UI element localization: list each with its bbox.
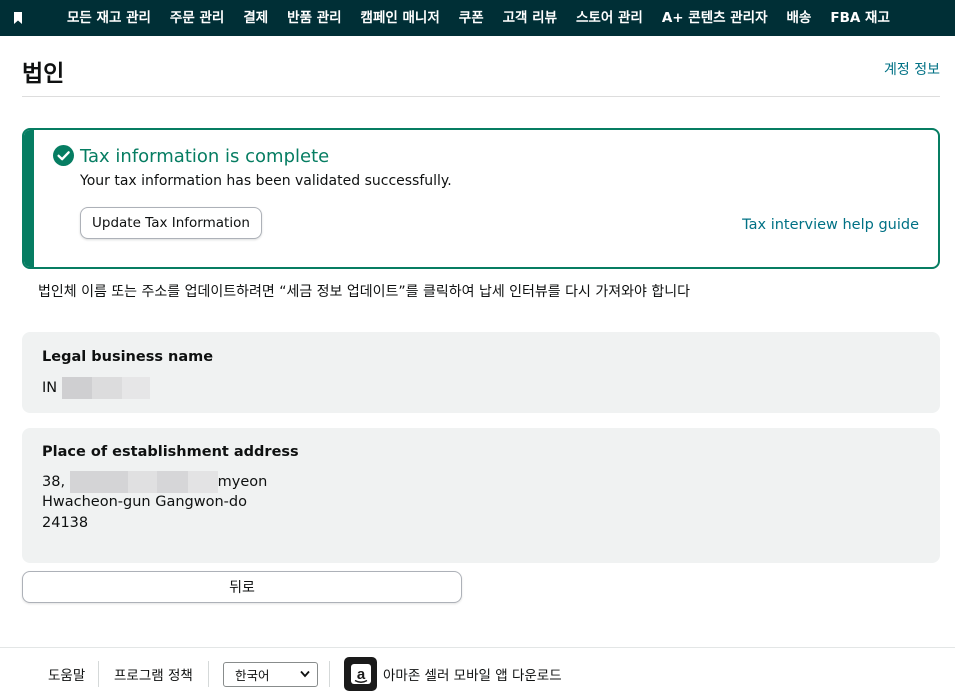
nav-item-a-plus-content[interactable]: A+ 콘텐츠 관리자 bbox=[652, 0, 777, 36]
legal-name-prefix: IN bbox=[42, 380, 58, 396]
redacted-block bbox=[121, 377, 150, 399]
address-line-1: 38, myeon bbox=[42, 471, 267, 493]
nav-item-fba-inventory[interactable]: FBA 재고 bbox=[821, 0, 900, 36]
alert-message: Your tax information has been validated … bbox=[80, 173, 452, 189]
establishment-address-label: Place of establishment address bbox=[42, 444, 299, 460]
legal-business-name-card: Legal business name IN bbox=[22, 332, 940, 413]
redacted-block bbox=[127, 471, 157, 493]
nav-menu: 모든 재고 관리 주문 관리 결제 반품 관리 캠페인 매니저 쿠폰 고객 리뷰… bbox=[36, 0, 899, 36]
address-postal-code: 24138 bbox=[42, 515, 89, 531]
establishment-address-card: Place of establishment address 38, myeon… bbox=[22, 428, 940, 563]
tax-complete-alert: Tax information is complete Your tax inf… bbox=[22, 128, 940, 269]
nav-item-coupons[interactable]: 쿠폰 bbox=[449, 0, 493, 36]
chevron-down-icon bbox=[300, 670, 310, 678]
tax-interview-help-link[interactable]: Tax interview help guide bbox=[742, 217, 919, 233]
footer-help-link[interactable]: 도움말 bbox=[48, 664, 85, 684]
address-line-2: Hwacheon-gun Gangwon-do bbox=[42, 494, 247, 510]
nav-item-orders[interactable]: 주문 관리 bbox=[160, 0, 233, 36]
nav-item-inventory[interactable]: 모든 재고 관리 bbox=[36, 0, 160, 36]
legal-business-name-label: Legal business name bbox=[42, 349, 214, 365]
legal-business-name-value: IN bbox=[42, 377, 150, 399]
bookmark-icon[interactable] bbox=[0, 0, 36, 36]
nav-item-campaign-manager[interactable]: 캠페인 매니저 bbox=[351, 0, 449, 36]
footer-program-policy-link[interactable]: 프로그램 정책 bbox=[114, 664, 193, 684]
nav-item-payments[interactable]: 결제 bbox=[234, 0, 278, 36]
redacted-block bbox=[91, 377, 122, 399]
nav-item-returns[interactable]: 반품 관리 bbox=[278, 0, 351, 36]
redacted-block bbox=[69, 471, 128, 493]
account-info-link[interactable]: 계정 정보 bbox=[884, 59, 940, 79]
language-select-value: 한국어 bbox=[235, 668, 270, 683]
update-tax-information-button[interactable]: Update Tax Information bbox=[80, 207, 262, 239]
seller-app-icon[interactable]: a bbox=[344, 657, 377, 691]
nav-item-customer-reviews[interactable]: 고객 리뷰 bbox=[493, 0, 566, 36]
redacted-block bbox=[61, 377, 92, 399]
amazon-a-icon: a bbox=[350, 664, 371, 684]
address-line-1-prefix: 38, bbox=[42, 474, 66, 490]
footer-separator bbox=[208, 661, 209, 687]
mobile-app-download-link[interactable]: 아마존 셀러 모바일 앱 다운로드 bbox=[383, 664, 562, 684]
footer-separator bbox=[329, 661, 330, 687]
alert-title: Tax information is complete bbox=[80, 146, 330, 167]
svg-text:a: a bbox=[356, 666, 365, 683]
nav-item-store-management[interactable]: 스토어 관리 bbox=[567, 0, 653, 36]
check-circle-icon bbox=[53, 145, 74, 166]
nav-item-shipping[interactable]: 배송 bbox=[777, 0, 821, 36]
address-line-1-suffix: myeon bbox=[217, 474, 268, 490]
update-instructions-text: 법인체 이름 또는 주소를 업데이트하려면 “세금 정보 업데이트”를 클릭하여… bbox=[38, 284, 690, 300]
footer-separator bbox=[98, 661, 99, 687]
redacted-block bbox=[187, 471, 218, 493]
back-button[interactable]: 뒤로 bbox=[22, 571, 462, 603]
page-title: 법인 bbox=[22, 61, 65, 87]
header-divider bbox=[22, 96, 940, 97]
footer-divider bbox=[0, 647, 955, 648]
redacted-block bbox=[156, 471, 188, 493]
top-nav-bar: 모든 재고 관리 주문 관리 결제 반품 관리 캠페인 매니저 쿠폰 고객 리뷰… bbox=[0, 0, 955, 36]
language-select[interactable]: 한국어 bbox=[223, 662, 318, 687]
alert-accent-bar bbox=[24, 130, 34, 267]
